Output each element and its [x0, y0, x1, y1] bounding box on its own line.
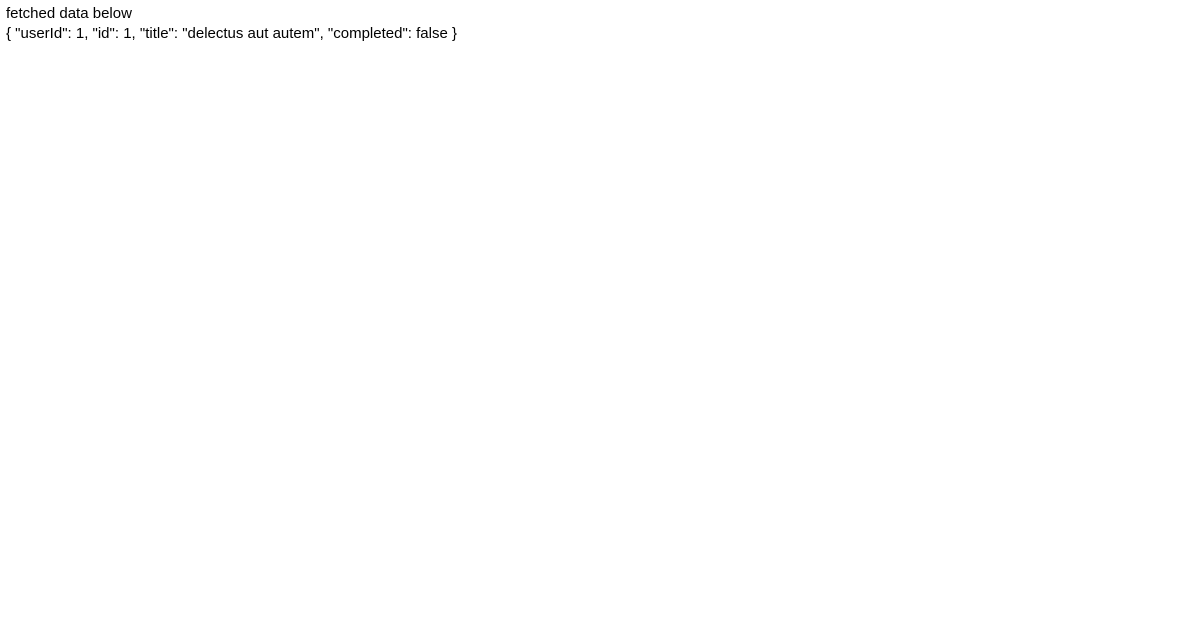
- heading-text: fetched data below: [6, 4, 1194, 24]
- json-output: { "userId": 1, "id": 1, "title": "delect…: [6, 24, 1194, 44]
